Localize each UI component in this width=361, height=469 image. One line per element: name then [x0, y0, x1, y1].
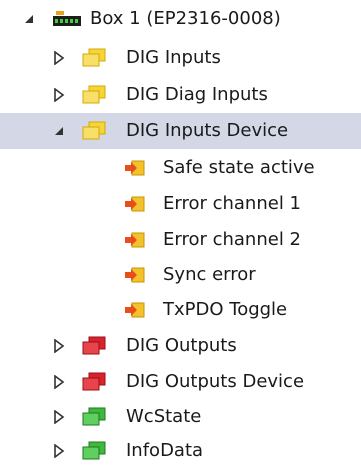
tree-node-infodata[interactable]: InfoData: [0, 433, 361, 469]
tree-node-wcstate[interactable]: WcState: [0, 399, 361, 435]
tree-leaf-label: TxPDO Toggle: [163, 299, 288, 320]
tree-leaf-error-channel-2[interactable]: Error channel 2: [0, 222, 361, 258]
input-variable-icon: [124, 266, 146, 284]
expand-chevron-icon[interactable]: [52, 88, 66, 102]
tree-node-dig-outputs[interactable]: DIG Outputs: [0, 328, 361, 364]
tree-node-label: DIG Inputs: [126, 47, 221, 68]
tree-node-label: DIG Diag Inputs: [126, 84, 268, 105]
terminal-box-icon: [52, 9, 82, 29]
tree-node-label: InfoData: [126, 440, 204, 461]
tree-leaf-error-channel-1[interactable]: Error channel 1: [0, 186, 361, 222]
yellow-folder-icon: [82, 48, 106, 68]
expand-chevron-icon[interactable]: [52, 410, 66, 424]
tree-node-label: Box 1 (EP2316-0008): [90, 8, 281, 29]
tree-leaf-label: Safe state active: [163, 157, 315, 178]
red-folder-icon: [82, 372, 106, 392]
yellow-folder-icon: [82, 121, 106, 141]
tree-node-label: DIG Outputs: [126, 335, 237, 356]
expand-chevron-icon[interactable]: [52, 51, 66, 65]
tree-node-dig-inputs-device[interactable]: DIG Inputs Device: [0, 113, 361, 149]
collapse-chevron-icon[interactable]: [22, 12, 36, 26]
input-variable-icon: [124, 195, 146, 213]
expand-chevron-icon[interactable]: [52, 375, 66, 389]
tree-node-dig-outputs-device[interactable]: DIG Outputs Device: [0, 364, 361, 400]
tree-leaf-label: Error channel 1: [163, 193, 301, 214]
tree-node-dig-diag-inputs[interactable]: DIG Diag Inputs: [0, 77, 361, 113]
tree-node-label: DIG Outputs Device: [126, 371, 305, 392]
tree-leaf-safe-state-active[interactable]: Safe state active: [0, 150, 361, 186]
expand-chevron-icon[interactable]: [52, 339, 66, 353]
tree-leaf-label: Error channel 2: [163, 229, 301, 250]
input-variable-icon: [124, 231, 146, 249]
yellow-folder-icon: [82, 85, 106, 105]
tree-node-box1[interactable]: Box 1 (EP2316-0008): [0, 1, 361, 37]
tree-leaf-label: Sync error: [163, 264, 256, 285]
tree-node-label: DIG Inputs Device: [126, 120, 289, 141]
tree-leaf-sync-error[interactable]: Sync error: [0, 257, 361, 293]
red-folder-icon: [82, 336, 106, 356]
green-folder-icon: [82, 441, 106, 461]
tree-leaf-txpdo-toggle[interactable]: TxPDO Toggle: [0, 292, 361, 328]
tree-node-label: WcState: [126, 406, 202, 427]
input-variable-icon: [124, 301, 146, 319]
input-variable-icon: [124, 159, 146, 177]
tree-node-dig-inputs[interactable]: DIG Inputs: [0, 40, 361, 76]
green-folder-icon: [82, 407, 106, 427]
collapse-chevron-icon[interactable]: [52, 124, 66, 138]
expand-chevron-icon[interactable]: [52, 444, 66, 458]
